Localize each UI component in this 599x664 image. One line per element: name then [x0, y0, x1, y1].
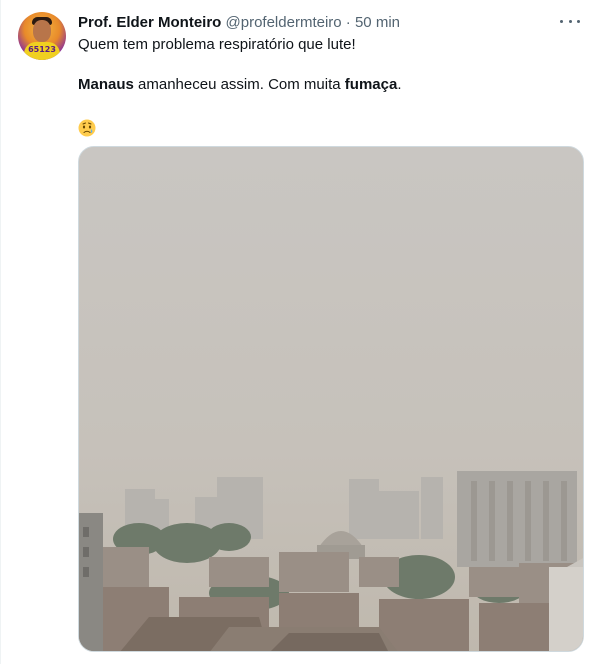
tweet-timestamp[interactable]: 50 min [355, 14, 400, 31]
text-fragment: amanheceu assim. Com muita [133, 76, 345, 93]
smoky-city-photo-icon [79, 147, 583, 651]
bold-word-manaus: Manaus [78, 76, 134, 93]
avatar-badge: 65123 [28, 45, 56, 54]
tweet-card[interactable]: 65123 Prof. Elder Monteiro @profeldermte… [0, 0, 599, 664]
tweet-header: Prof. Elder Monteiro @profeldermteiro · … [78, 13, 400, 33]
bold-word-fumaca: fumaça [344, 76, 398, 93]
more-dot-icon [560, 19, 563, 23]
tweet-text-line-1: Quem tem problema respiratório que lute! [78, 36, 356, 53]
author-avatar[interactable]: 65123 [18, 12, 66, 60]
header-separator: · [345, 14, 351, 31]
more-dot-icon [568, 19, 572, 23]
more-options-button[interactable] [560, 11, 580, 31]
tweet-text: Quem tem problema respiratório que lute!… [78, 35, 578, 143]
tweet-text-line-2: Manaus amanheceu assim. Com muita fumaça… [78, 75, 578, 95]
avatar-face [33, 20, 51, 42]
author-name[interactable]: Prof. Elder Monteiro [78, 14, 221, 31]
more-dot-icon [577, 19, 580, 23]
tweet-photo[interactable] [78, 146, 584, 652]
author-handle[interactable]: @profeldermteiro [226, 14, 342, 31]
text-fragment: . [397, 76, 402, 93]
sad-but-relieved-face-emoji-icon [78, 119, 96, 137]
